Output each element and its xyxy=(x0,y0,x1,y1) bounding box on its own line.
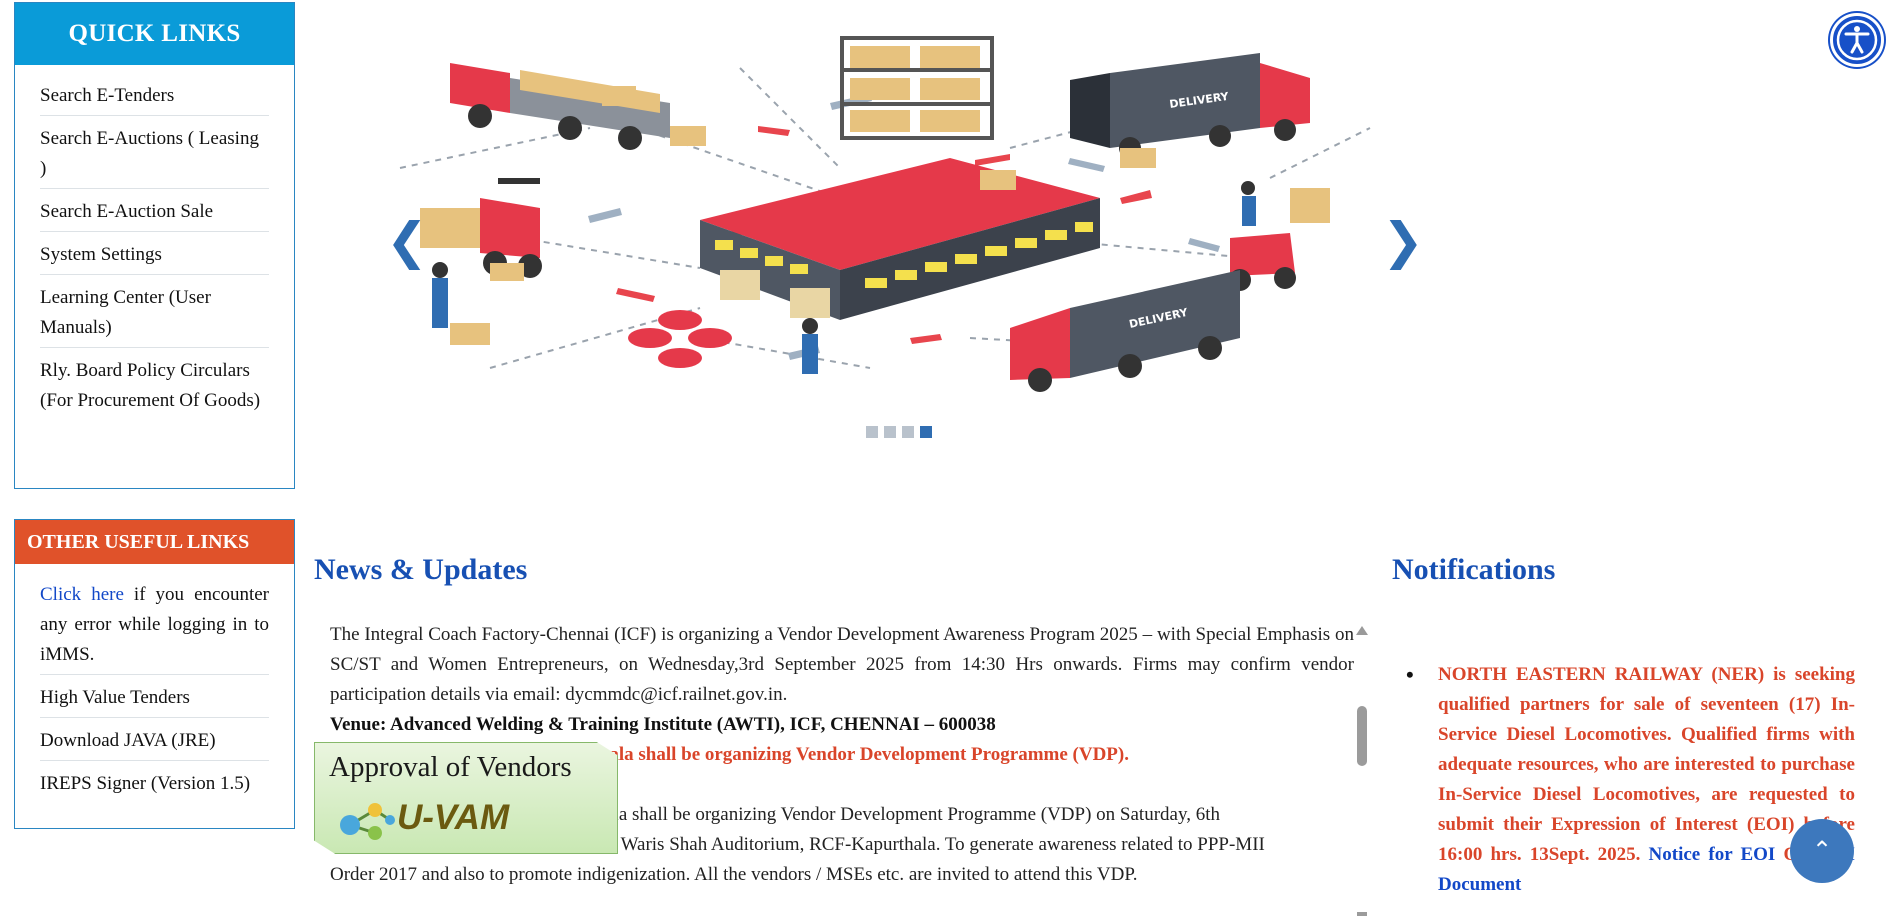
carousel-prev-button[interactable]: ❮ xyxy=(386,216,428,266)
uvam-brand-text: U-VAM xyxy=(397,798,510,837)
scroll-up-arrow-icon[interactable] xyxy=(1356,626,1368,635)
other-links-list: Click here if you encounter any error wh… xyxy=(15,564,294,803)
molecule-icon xyxy=(340,803,395,840)
other-link-ireps-signer[interactable]: IREPS Signer (Version 1.5) xyxy=(40,761,269,803)
news-item-venue: Venue: Advanced Welding & Training Insti… xyxy=(330,714,996,735)
warehouse-logistics-illustration: DELIVERY DELIVERY xyxy=(399,36,1371,392)
notification-text: NORTH EASTERN RAILWAY (NER) is seeking q… xyxy=(1438,664,1855,865)
notification-item: NORTH EASTERN RAILWAY (NER) is seeking q… xyxy=(1400,660,1855,900)
other-link-download-java[interactable]: Download JAVA (JRE) xyxy=(40,718,269,761)
quick-link-search-e-tenders[interactable]: Search E-Tenders xyxy=(40,73,269,116)
news-updates-title: News & Updates xyxy=(314,553,528,586)
notifications-title: Notifications xyxy=(1392,553,1556,586)
other-links-panel: OTHER USEFUL LINKS Click here if you enc… xyxy=(14,519,295,829)
quick-link-search-e-auction-sale[interactable]: Search E-Auction Sale xyxy=(40,189,269,232)
imms-help-item: Click here if you encounter any error wh… xyxy=(40,572,269,675)
carousel-dot-1[interactable] xyxy=(866,426,878,438)
news-item-icf: The Integral Coach Factory-Chennai (ICF)… xyxy=(330,624,1354,705)
quick-link-search-e-auctions-leasing[interactable]: Search E-Auctions ( Leasing ) xyxy=(40,116,269,189)
quick-links-panel: QUICK LINKS Search E-Tenders Search E-Au… xyxy=(14,2,295,489)
news-scrollbar[interactable] xyxy=(1356,626,1368,916)
uvam-title: Approval of Vendors xyxy=(329,751,572,783)
scroll-down-arrow-icon[interactable] xyxy=(1357,912,1367,916)
accessibility-button[interactable] xyxy=(1830,13,1884,67)
page: QUICK LINKS Search E-Tenders Search E-Au… xyxy=(0,0,1887,916)
uvam-approval-badge[interactable]: Approval of Vendors U-VAM xyxy=(314,742,618,854)
scroll-to-top-button[interactable]: ⌃ xyxy=(1790,819,1854,883)
quick-link-policy-circulars[interactable]: Rly. Board Policy Circulars (For Procure… xyxy=(40,348,269,420)
carousel-dot-2[interactable] xyxy=(884,426,896,438)
notifications-box: NORTH EASTERN RAILWAY (NER) is seeking q… xyxy=(1400,660,1855,916)
quick-links-list: Search E-Tenders Search E-Auctions ( Lea… xyxy=(15,65,294,420)
other-link-high-value-tenders[interactable]: High Value Tenders xyxy=(40,675,269,718)
news-item-rcf-line3: Order 2017 and also to promote indigeniz… xyxy=(330,864,1138,885)
carousel-next-button[interactable]: ❯ xyxy=(1382,216,1424,266)
quick-link-system-settings[interactable]: System Settings xyxy=(40,232,269,275)
quick-links-title: QUICK LINKS xyxy=(15,3,294,65)
notice-for-eoi-link[interactable]: Notice for EOI xyxy=(1649,844,1776,865)
carousel-indicators xyxy=(866,426,932,438)
quick-link-learning-center[interactable]: Learning Center (User Manuals) xyxy=(40,275,269,348)
notifications-list: NORTH EASTERN RAILWAY (NER) is seeking q… xyxy=(1400,660,1855,900)
carousel-dot-4[interactable] xyxy=(920,426,932,438)
other-links-title: OTHER USEFUL LINKS xyxy=(15,520,294,564)
accessibility-icon xyxy=(1836,19,1878,61)
carousel-dot-3[interactable] xyxy=(902,426,914,438)
scrollbar-thumb[interactable] xyxy=(1357,706,1367,766)
click-here-link[interactable]: Click here xyxy=(40,584,124,605)
hero-carousel: DELIVERY DELIVERY ❮ ❯ xyxy=(370,8,1430,448)
